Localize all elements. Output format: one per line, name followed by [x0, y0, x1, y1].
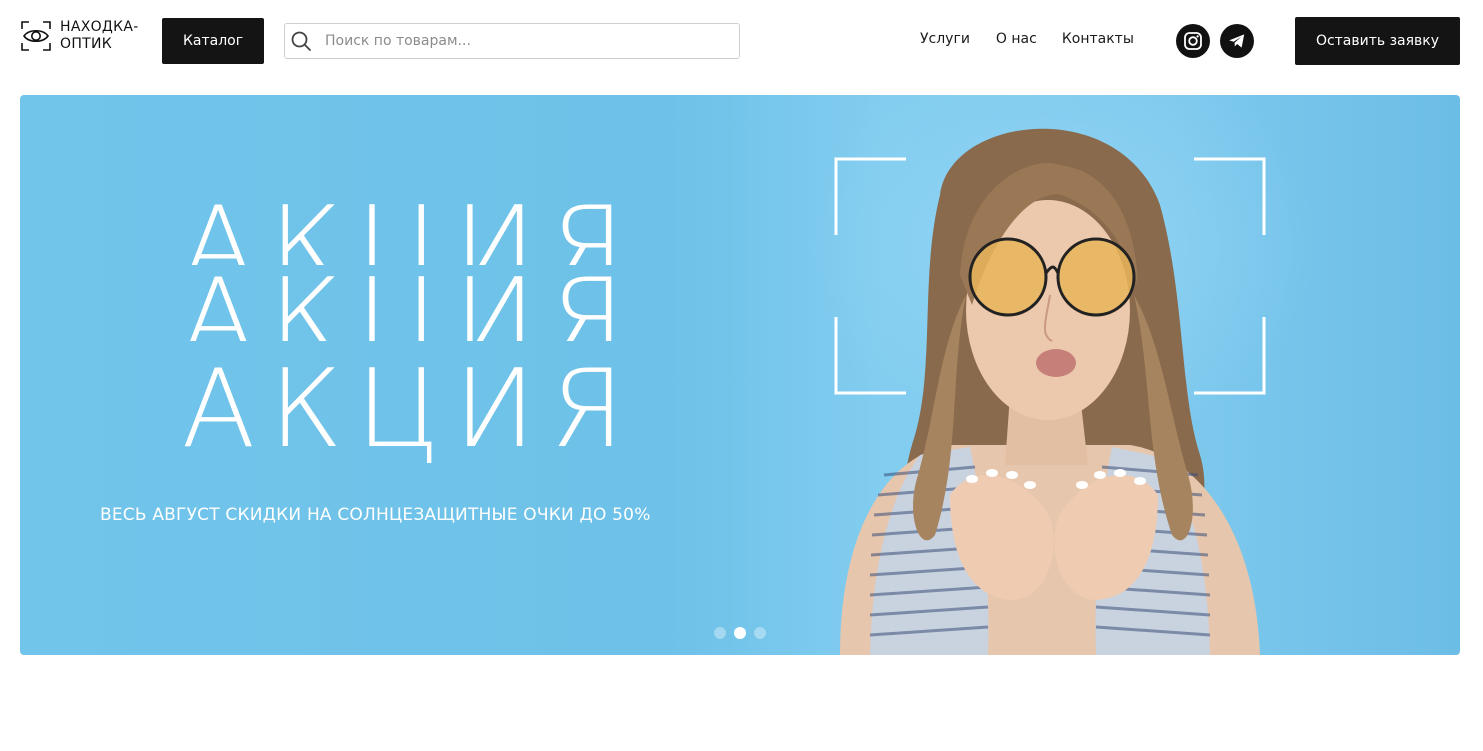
model-photo [840, 128, 1260, 655]
promo-title: АКЦИЯ [181, 347, 639, 472]
promo-title-echo-2: АКЦИЯ [181, 265, 639, 341]
logo-text: НАХОДКА- ОПТИК [60, 19, 139, 53]
promo-subtitle: ВЕСЬ АВГУСТ СКИДКИ НА СОЛНЦЕЗАЩИТНЫЕ ОЧК… [100, 505, 651, 525]
site-header: НАХОДКА- ОПТИК Каталог Услуги О нас Конт… [0, 0, 1483, 84]
slider-dot[interactable] [754, 627, 766, 639]
promo-banner[interactable]: АКЦИЯ АКЦИЯ АКЦИЯ ВЕСЬ АВГУСТ СКИДКИ НА … [20, 95, 1460, 655]
instagram-link[interactable] [1176, 24, 1210, 58]
search-icon[interactable] [290, 30, 312, 52]
search-input[interactable] [312, 24, 739, 58]
promo-title-echo-1: АКЦИЯ [181, 193, 639, 265]
nav-item-about[interactable]: О нас [996, 31, 1037, 47]
logo-line-1: НАХОДКА- [60, 19, 139, 35]
logo-line-2: ОПТИК [60, 36, 113, 52]
request-button[interactable]: Оставить заявку [1295, 17, 1460, 65]
catalog-button[interactable]: Каталог [162, 18, 264, 64]
search-box[interactable] [284, 23, 740, 59]
slider-dot[interactable] [714, 627, 726, 639]
nav-item-services[interactable]: Услуги [920, 31, 970, 47]
eye-frame-icon [21, 21, 51, 51]
slider-dot-active[interactable] [734, 627, 746, 639]
telegram-link[interactable] [1220, 24, 1254, 58]
main-nav: Услуги О нас Контакты [920, 31, 1134, 47]
nav-item-contacts[interactable]: Контакты [1062, 31, 1134, 47]
instagram-icon [1184, 32, 1202, 50]
telegram-icon [1229, 34, 1245, 48]
slider-dots [714, 627, 774, 639]
logo[interactable]: НАХОДКА- ОПТИК [20, 16, 150, 56]
